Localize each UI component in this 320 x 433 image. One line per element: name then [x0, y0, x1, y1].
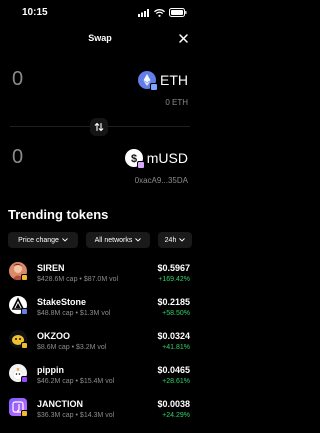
to-token-symbol: mUSD: [146, 150, 188, 166]
token-name: SIREN: [37, 263, 65, 273]
status-icons: [138, 8, 187, 17]
to-address: 0xacA9...35DA: [134, 176, 188, 185]
price-change-filter[interactable]: Price change: [8, 232, 78, 248]
svg-text:$: $: [131, 153, 137, 165]
token-change: +58.50%: [162, 310, 190, 317]
close-button[interactable]: [174, 29, 192, 47]
swap-from-row: 0 ETH 0 ETH: [0, 60, 200, 110]
token-row-okzoo[interactable]: OKZOO $8.6M cap • $3.2M vol $0.0324 +41.…: [0, 326, 200, 360]
token-name: JANCTION: [37, 399, 84, 409]
token-name: pippin: [37, 365, 64, 375]
wifi-icon: [154, 8, 165, 17]
timeframe-label: 24h: [164, 236, 177, 244]
token-row-stakestone[interactable]: StakeStone $48.8M cap • $1.3M vol $0.218…: [0, 292, 200, 326]
from-amount-input[interactable]: 0: [12, 68, 23, 91]
token-price: $0.0038: [157, 399, 190, 409]
chevron-down-icon: [62, 238, 68, 242]
token-change: +41.81%: [162, 344, 190, 351]
token-price: $0.0324: [157, 331, 190, 341]
timeframe-filter[interactable]: 24h: [158, 232, 192, 248]
token-change: +24.29%: [162, 412, 190, 419]
chain-badge-icon: [21, 410, 28, 417]
battery-icon: [169, 8, 187, 17]
token-row-janction[interactable]: JANCTION $36.3M cap • $14.3M vol $0.0038…: [0, 394, 200, 428]
token-meta: $8.6M cap • $3.2M vol: [37, 344, 107, 351]
status-bar: 10:15: [0, 0, 200, 24]
signal-icon: [138, 8, 149, 17]
chain-badge-icon: [21, 376, 28, 383]
token-change: +28.61%: [162, 378, 190, 385]
eth-logo-icon: [138, 71, 158, 91]
token-name: OKZOO: [37, 331, 70, 341]
token-meta: $428.6M cap • $87.0M vol: [37, 276, 119, 283]
close-icon: [178, 33, 188, 43]
swap-header: Swap: [0, 28, 200, 50]
musd-logo-icon: $: [124, 149, 145, 169]
from-token-selector[interactable]: ETH: [138, 70, 188, 91]
networks-label: All networks: [94, 236, 133, 244]
trending-filters: Price change All networks 24h: [8, 232, 192, 248]
price-change-label: Price change: [18, 236, 59, 244]
token-name: StakeStone: [37, 297, 87, 307]
status-time: 10:15: [22, 7, 48, 18]
token-row-pippin[interactable]: pippin $46.2M cap • $15.4M vol $0.0465 +…: [0, 360, 200, 394]
token-meta: $48.8M cap • $1.3M vol: [37, 310, 111, 317]
chevron-down-icon: [135, 238, 142, 242]
swap-arrows-icon: [94, 122, 104, 132]
chevron-down-icon: [179, 238, 186, 242]
token-meta: $46.2M cap • $15.4M vol: [37, 378, 115, 385]
page-title: Swap: [88, 33, 112, 43]
token-change: +169.42%: [158, 276, 190, 283]
chain-badge-icon: [21, 274, 28, 281]
token-meta: $36.3M cap • $14.3M vol: [37, 412, 115, 419]
switch-tokens-button[interactable]: [90, 118, 108, 136]
chain-badge-icon: [136, 161, 145, 169]
from-token-symbol: ETH: [160, 72, 188, 88]
token-price: $0.5967: [157, 263, 190, 273]
to-amount-input[interactable]: 0: [12, 146, 23, 169]
chain-badge-icon: [150, 83, 158, 91]
chain-badge-icon: [21, 342, 28, 349]
networks-filter[interactable]: All networks: [86, 232, 150, 248]
swap-to-row: 0 $ mUSD 0xacA9...35DA: [0, 140, 200, 190]
chain-badge-icon: [21, 308, 28, 315]
to-token-selector[interactable]: $ mUSD: [124, 148, 188, 169]
trending-tokens-title: Trending tokens: [8, 207, 109, 222]
from-balance: 0 ETH: [165, 98, 188, 107]
token-price: $0.2185: [157, 297, 190, 307]
token-price: $0.0465: [157, 365, 190, 375]
token-row-siren[interactable]: SIREN $428.6M cap • $87.0M vol $0.5967 +…: [0, 258, 200, 292]
